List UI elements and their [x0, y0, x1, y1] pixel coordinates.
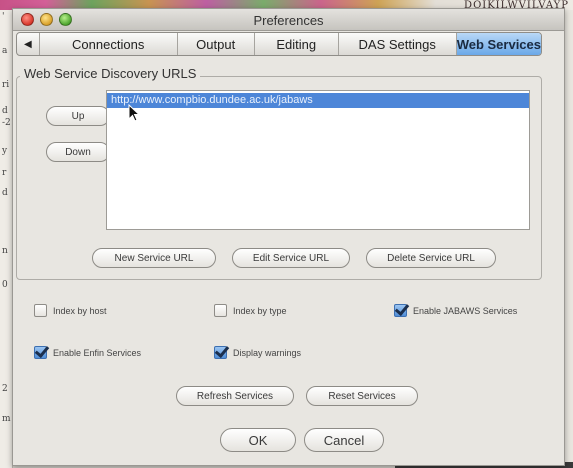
window-title: Preferences: [253, 13, 324, 28]
tab-connections[interactable]: Connections: [40, 33, 178, 55]
side-mark: n: [2, 246, 8, 256]
side-mark: d: [2, 106, 8, 116]
tab-das-settings[interactable]: DAS Settings: [339, 33, 457, 55]
ok-button[interactable]: OK: [220, 428, 296, 452]
tab-scroll-left-button[interactable]: ◀: [17, 33, 40, 55]
triangle-left-icon: ◀: [23, 38, 32, 50]
side-mark: d: [2, 188, 8, 198]
display-warnings-checkbox[interactable]: Display warnings: [214, 346, 301, 359]
checkmark-icon[interactable]: [34, 346, 47, 359]
checkmark-icon[interactable]: [214, 346, 227, 359]
checkbox-label: Enable JABAWS Services: [413, 305, 518, 316]
tab-output[interactable]: Output: [178, 33, 255, 55]
side-mark: ': [2, 12, 5, 22]
reset-services-button[interactable]: Reset Services: [306, 386, 418, 406]
checkbox-box[interactable]: [34, 304, 47, 317]
enable-jabaws-checkbox[interactable]: Enable JABAWS Services: [394, 304, 517, 317]
move-down-button[interactable]: Down: [46, 142, 110, 162]
list-item[interactable]: http://www.compbio.dundee.ac.uk/jabaws: [107, 93, 529, 108]
delete-service-url-button[interactable]: Delete Service URL: [366, 248, 496, 268]
side-mark: -2: [2, 118, 11, 128]
tab-web-services[interactable]: Web Services: [456, 33, 541, 55]
side-mark: m: [2, 414, 11, 424]
checkbox-label: Display warnings: [233, 347, 302, 358]
move-up-button[interactable]: Up: [46, 106, 110, 126]
mouse-pointer-icon: [128, 104, 140, 122]
tab-editing[interactable]: Editing: [255, 33, 339, 55]
new-service-url-button[interactable]: New Service URL: [92, 248, 216, 268]
cancel-button[interactable]: Cancel: [304, 428, 384, 452]
checkmark-icon[interactable]: [394, 304, 407, 317]
side-mark: ri: [2, 80, 10, 90]
side-mark: 2: [2, 384, 8, 394]
side-mark: r: [2, 168, 7, 178]
edit-service-url-button[interactable]: Edit Service URL: [232, 248, 350, 268]
checkbox-box[interactable]: [214, 304, 227, 317]
title-bar[interactable]: Preferences: [13, 9, 564, 31]
checkbox-label: Index by host: [53, 305, 107, 316]
tab-bar: ◀ Connections Output Editing DAS Setting…: [16, 32, 542, 56]
index-by-type-checkbox[interactable]: Index by type: [214, 304, 287, 317]
side-mark: a: [2, 46, 8, 56]
background-right-edge: [565, 10, 573, 468]
side-mark: 0: [2, 280, 8, 290]
enable-enfin-checkbox[interactable]: Enable Enfin Services: [34, 346, 141, 359]
service-url-list[interactable]: http://www.compbio.dundee.ac.uk/jabaws: [106, 90, 530, 230]
checkbox-label: Index by type: [233, 305, 287, 316]
index-by-host-checkbox[interactable]: Index by host: [34, 304, 107, 317]
checkbox-label: Enable Enfin Services: [53, 347, 142, 358]
refresh-services-button[interactable]: Refresh Services: [176, 386, 294, 406]
group-title: Web Service Discovery URLS: [20, 66, 201, 81]
side-mark: y: [2, 146, 8, 156]
